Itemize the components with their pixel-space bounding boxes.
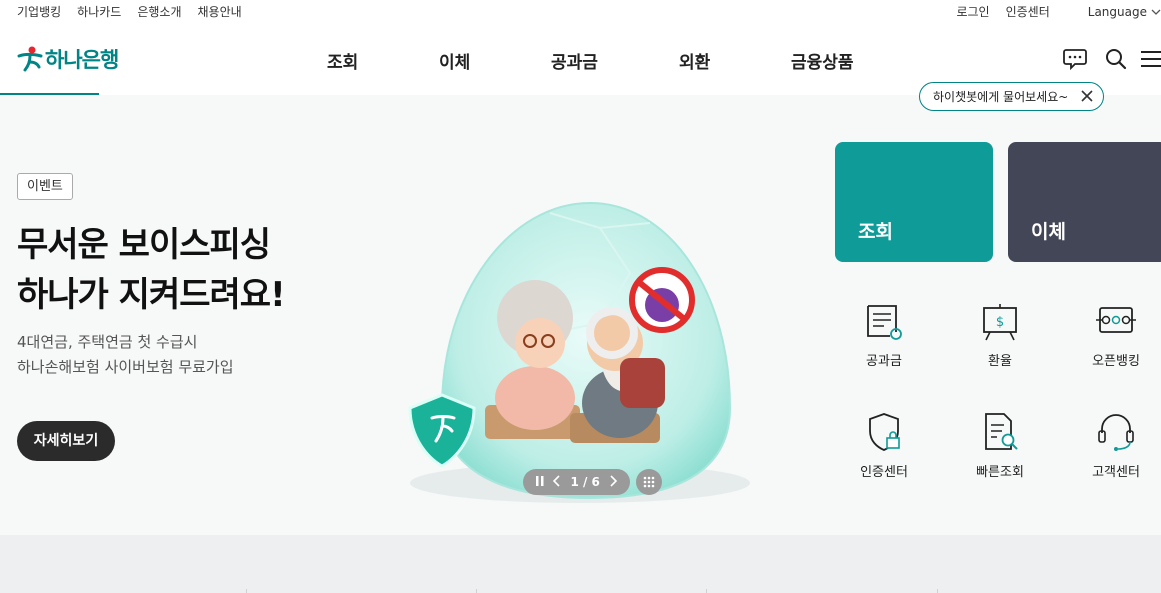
- link-bank-intro[interactable]: 은행소개: [137, 3, 181, 20]
- quick-link-exchange-rate-label: 환율: [988, 354, 1012, 369]
- menu-inquiry[interactable]: 조회: [327, 48, 439, 73]
- headset-icon: [1098, 414, 1134, 451]
- slide-counter: 1 / 6: [570, 475, 600, 489]
- link-recruit[interactable]: 채용안내: [198, 3, 242, 20]
- chatbot-tooltip[interactable]: 하이챗봇에게 물어보세요~: [919, 82, 1104, 111]
- utility-bar: 기업뱅킹 하나카드 은행소개 채용안내 로그인 인증센터 Language: [0, 0, 1161, 22]
- quick-card-inquiry[interactable]: 조회: [835, 142, 993, 262]
- quick-link-customer-center[interactable]: 고객센터: [1066, 411, 1161, 480]
- menu-transfer[interactable]: 이체: [439, 48, 551, 73]
- event-badge: 이벤트: [17, 173, 73, 200]
- slide-pager: 1 / 6: [523, 469, 630, 495]
- quick-link-customer-center-label: 고객센터: [1092, 465, 1140, 480]
- section-divider: [937, 589, 938, 593]
- hero-illustration: [400, 183, 755, 505]
- slide-grid-icon[interactable]: [636, 469, 662, 495]
- bill-icon: [867, 305, 902, 340]
- quick-link-cert-center[interactable]: 인증센터: [834, 411, 934, 480]
- link-hana-card[interactable]: 하나카드: [77, 3, 121, 20]
- quick-link-open-banking[interactable]: 오픈뱅킹: [1066, 302, 1161, 369]
- menu-utility-bills[interactable]: 공과금: [551, 48, 679, 73]
- quick-link-bills[interactable]: 공과금: [834, 302, 934, 369]
- close-icon[interactable]: [1081, 88, 1093, 106]
- link-corporate-banking[interactable]: 기업뱅킹: [17, 3, 61, 20]
- subtext-line-2: 하나손해보험 사이버보험 무료가입: [17, 358, 234, 376]
- hero-banner: 이벤트 무서운 보이스피싱 하나가 지켜드려요! 4대연금, 주택연금 첫 수급…: [0, 95, 1161, 535]
- next-slide-icon[interactable]: [609, 474, 618, 490]
- menu-icon[interactable]: [1141, 46, 1161, 72]
- shield-lock-icon: [869, 413, 900, 451]
- menu-foreign-exchange[interactable]: 외환: [679, 48, 791, 73]
- quick-link-cert-center-label: 인증센터: [860, 465, 908, 480]
- hero-subtext: 4대연금, 주택연금 첫 수급시 하나손해보험 사이버보험 무료가입: [17, 330, 234, 380]
- headline-line-1: 무서운 보이스피싱: [17, 225, 271, 265]
- svg-text:$: $: [996, 315, 1004, 330]
- headline-line-2: 하나가 지켜드려요!: [17, 275, 286, 315]
- search-icon[interactable]: [1103, 46, 1129, 72]
- quick-link-quick-inquiry[interactable]: 빠른조회: [950, 411, 1050, 480]
- quick-link-quick-inquiry-label: 빠른조회: [976, 465, 1024, 480]
- quick-link-open-banking-label: 오픈뱅킹: [1092, 354, 1140, 369]
- utility-links: 기업뱅킹 하나카드 은행소개 채용안내: [17, 3, 242, 20]
- language-selector[interactable]: Language: [1088, 3, 1161, 20]
- section-divider: [706, 589, 707, 593]
- chevron-down-icon: [1151, 8, 1161, 19]
- quick-link-exchange-rate[interactable]: $ 환율: [950, 302, 1050, 369]
- quick-link-bills-label: 공과금: [866, 354, 902, 369]
- pause-icon[interactable]: [535, 475, 544, 489]
- cert-center-link[interactable]: 인증센터: [1006, 3, 1050, 20]
- menu-financial-products[interactable]: 금융상품: [791, 48, 854, 73]
- subtext-line-1: 4대연금, 주택연금 첫 수급시: [17, 333, 198, 351]
- logo[interactable]: 하나은행: [17, 44, 119, 74]
- document-search-icon: [985, 413, 1018, 450]
- open-banking-icon: [1096, 307, 1136, 333]
- hana-logo-icon: [17, 45, 43, 73]
- section-divider: [476, 589, 477, 593]
- utility-right: 로그인 인증센터 Language: [940, 3, 1161, 20]
- main-menu: 조회 이체 공과금 외환 금융상품: [327, 48, 854, 73]
- section-divider: [246, 589, 247, 593]
- logo-text: 하나은행: [45, 48, 119, 72]
- exchange-board-icon: $: [983, 304, 1017, 341]
- prev-slide-icon[interactable]: [552, 474, 561, 490]
- detail-button[interactable]: 자세히보기: [17, 421, 115, 461]
- gnb-icons: [1062, 46, 1161, 72]
- chatbot-tooltip-text: 하이챗봇에게 물어보세요~: [933, 90, 1069, 104]
- hero-headline: 무서운 보이스피싱 하나가 지켜드려요!: [17, 220, 286, 320]
- quick-card-inquiry-label: 조회: [858, 221, 893, 243]
- login-link[interactable]: 로그인: [956, 3, 989, 20]
- chat-icon[interactable]: [1062, 46, 1088, 72]
- quick-card-transfer-label: 이체: [1031, 221, 1066, 243]
- quick-card-transfer[interactable]: 이체: [1008, 142, 1161, 262]
- language-label: Language: [1087, 4, 1147, 19]
- lower-section: [0, 535, 1161, 593]
